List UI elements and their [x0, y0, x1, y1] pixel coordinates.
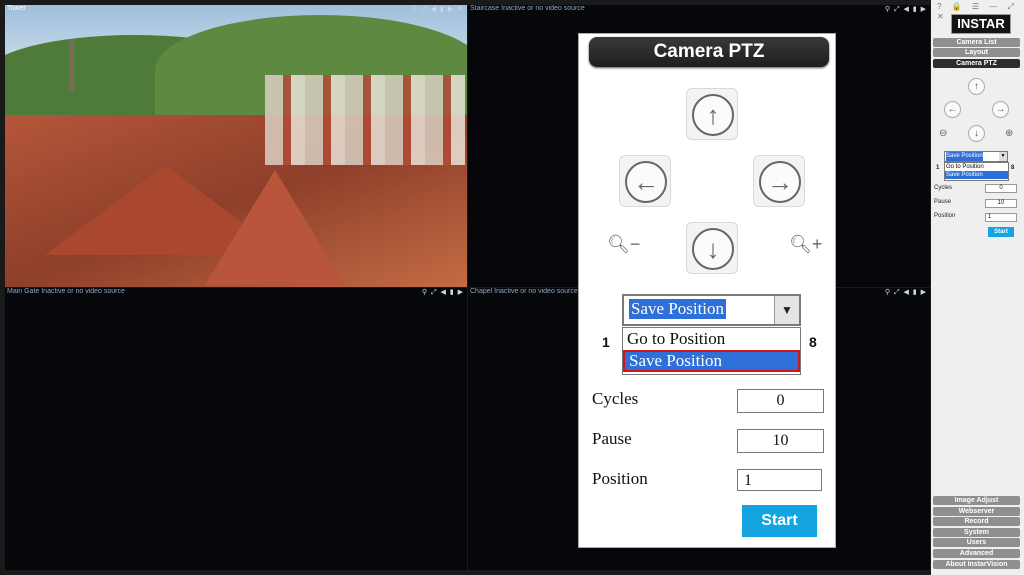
position-mode-dropdown[interactable]: Go to Position Save Position — [622, 327, 801, 375]
mini-pause-label: Pause — [934, 199, 952, 205]
mini-pause-input[interactable]: 10 — [985, 199, 1017, 208]
tile-controls[interactable]: ⚲ ⤢ ◀ ▮ ▶ — [885, 288, 927, 297]
camera-ptz-panel: Camera PTZ ↑ ← → ↓ 🔍︎− 🔍︎+ Save Position… — [578, 33, 836, 548]
cycles-label: Cycles — [592, 389, 639, 408]
chevron-down-icon[interactable]: ▼ — [999, 152, 1007, 161]
ptz-title: Camera PTZ — [589, 37, 829, 67]
arrow-right-icon: → — [759, 161, 801, 203]
mini-down-arrow-icon[interactable]: ↓ — [968, 125, 985, 142]
arrow-left-icon: ← — [625, 161, 667, 203]
video-tile-tower[interactable]: Tower ⚲ ⤢ ◀ ▮ ▶ ✕ — [5, 5, 467, 287]
zoom-in-glyph: 🔍︎+ — [789, 234, 823, 254]
mini-cycles-input[interactable]: 0 — [985, 184, 1017, 193]
tile-controls[interactable]: ⚲ ⤢ ◀ ▮ ▶ — [422, 288, 464, 297]
close-icon[interactable]: ✕ — [457, 6, 464, 13]
tile-title: Main Gate Inactive or no video source — [7, 288, 125, 295]
mini-select-value: Save Position — [946, 152, 983, 161]
mini-right-number: 8 — [1011, 165, 1015, 171]
side-panel: ? 🔒 ☰ — ⤢ ✕ INSTAR Camera List Layout Ca… — [931, 0, 1024, 575]
mini-left-number: 1 — [936, 165, 940, 171]
pan-up-button[interactable]: ↑ — [686, 88, 738, 140]
position-input[interactable]: 1 — [737, 469, 822, 491]
mini-zoom-out-icon[interactable]: ⊖ — [939, 128, 947, 139]
position-range-start: 1 — [602, 334, 610, 350]
mini-position-label: Position — [934, 213, 956, 219]
mini-zoom-in-icon[interactable]: ⊕ — [1005, 128, 1013, 139]
nav-layout[interactable]: Layout — [933, 48, 1020, 57]
nav-image-adjust[interactable]: Image Adjust — [933, 496, 1020, 505]
tile-icons[interactable]: ⚲ ⤢ ◀ ▮ ▶ — [885, 289, 927, 296]
tile-icons[interactable]: ⚲ ⤢ ◀ ▮ ▶ — [885, 6, 927, 13]
pan-left-button[interactable]: ← — [619, 155, 671, 207]
pan-down-button[interactable]: ↓ — [686, 222, 738, 274]
mini-position-select[interactable]: Save Position ▼ — [944, 151, 1008, 162]
nav-system[interactable]: System — [933, 528, 1020, 537]
mini-position-input[interactable]: 1 — [985, 213, 1017, 222]
nav-about[interactable]: About InstarVision — [933, 560, 1020, 569]
nav-users[interactable]: Users — [933, 538, 1020, 547]
video-tile-main-gate[interactable]: Main Gate Inactive or no video source ⚲ … — [5, 288, 467, 570]
pause-input[interactable]: 10 — [737, 429, 824, 453]
option-go-to-position[interactable]: Go to Position — [623, 328, 800, 350]
start-button[interactable]: Start — [742, 505, 817, 537]
town-photo-roof-main — [205, 170, 345, 285]
tile-controls[interactable]: ⚲ ⤢ ◀ ▮ ▶ ✕ — [412, 5, 464, 14]
tile-controls[interactable]: ⚲ ⤢ ◀ ▮ ▶ — [885, 5, 927, 14]
pause-label: Pause — [592, 429, 632, 448]
position-range-end: 8 — [809, 334, 817, 350]
nav-camera-list[interactable]: Camera List — [933, 38, 1020, 47]
position-label: Position — [592, 469, 648, 488]
town-photo-houses — [265, 75, 465, 165]
tile-title: Tower — [7, 5, 26, 12]
cycles-input[interactable]: 0 — [737, 389, 824, 413]
nav-record[interactable]: Record — [933, 517, 1020, 526]
nav-camera-ptz[interactable]: Camera PTZ — [933, 59, 1020, 68]
mini-left-arrow-icon[interactable]: ← — [944, 101, 961, 118]
arrow-up-icon: ↑ — [692, 94, 734, 136]
mini-cycles-label: Cycles — [934, 185, 953, 191]
mini-start-button[interactable]: Start — [988, 227, 1014, 237]
mini-option[interactable]: Go to Position — [946, 163, 984, 171]
town-photo-chimney — [69, 39, 74, 91]
tile-title: Chapel Inactive or no video source — [470, 288, 578, 295]
pan-right-button[interactable]: → — [753, 155, 805, 207]
zoom-out-icon[interactable]: 🔍︎− — [607, 234, 640, 255]
nav-webserver[interactable]: Webserver — [933, 507, 1020, 516]
chevron-down-icon[interactable]: ▼ — [774, 296, 799, 324]
option-save-position[interactable]: Save Position — [623, 350, 800, 372]
tile-icons[interactable]: ⚲ ⤢ ◀ ▮ ▶ — [412, 6, 454, 13]
zoom-in-icon[interactable]: 🔍︎+ — [789, 234, 822, 255]
select-value: Save Position — [629, 299, 727, 319]
mini-option-selected[interactable]: Save Position — [945, 171, 1008, 179]
mini-up-arrow-icon[interactable]: ↑ — [968, 78, 985, 95]
mini-dropdown[interactable]: Go to Position Save Position — [944, 162, 1009, 181]
zoom-out-glyph: 🔍︎− — [607, 234, 641, 254]
arrow-down-icon: ↓ — [692, 228, 734, 270]
tile-icons[interactable]: ⚲ ⤢ ◀ ▮ ▶ — [422, 289, 464, 296]
instar-logo: INSTAR — [951, 14, 1011, 34]
mini-right-arrow-icon[interactable]: → — [992, 101, 1009, 118]
tile-title: Staircase Inactive or no video source — [470, 5, 585, 12]
nav-advanced[interactable]: Advanced — [933, 549, 1020, 558]
position-mode-select[interactable]: Save Position ▼ — [622, 294, 801, 326]
